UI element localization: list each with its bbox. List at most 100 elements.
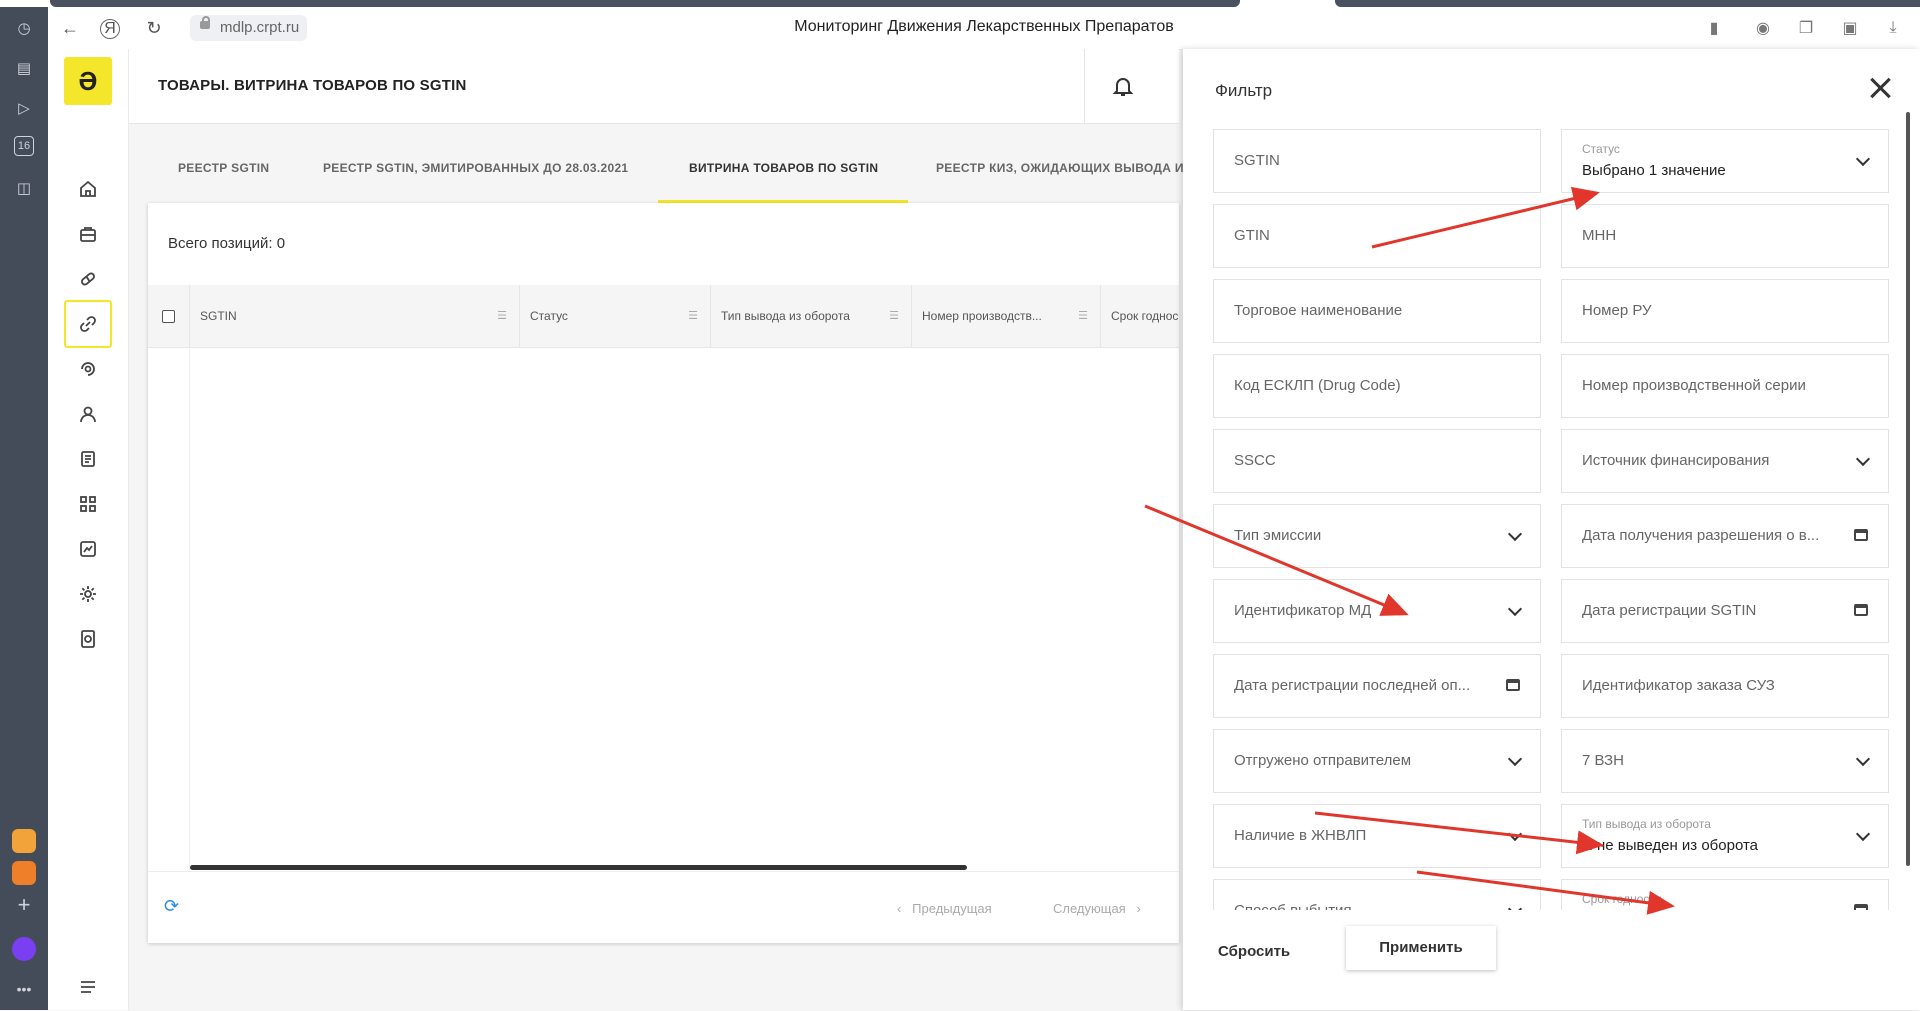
- tab-bar: РЕЕСТР SGTIN РЕЕСТР SGTIN, ЭМИТИРОВАННЫХ…: [129, 124, 1183, 203]
- column-header-status[interactable]: Статус ☰: [520, 285, 711, 347]
- column-header-sgtin[interactable]: SGTIN ☰: [190, 285, 520, 347]
- filter-status[interactable]: Статус Выбрано 1 значение: [1561, 129, 1889, 193]
- filter-inn[interactable]: МНН: [1561, 204, 1889, 268]
- help-book-icon[interactable]: [64, 615, 112, 663]
- history-icon[interactable]: ◷: [12, 16, 36, 40]
- results-card: Всего позиций: 0 SGTIN ☰ Статус ☰ Тип вы…: [148, 203, 1179, 943]
- add-icon[interactable]: +: [12, 892, 36, 917]
- calendar-badge-icon[interactable]: 16: [14, 136, 34, 156]
- analytics-icon[interactable]: [64, 525, 112, 573]
- app-logo[interactable]: Ә: [64, 57, 112, 105]
- select-all-cell: [148, 285, 190, 347]
- menu-hamburger-icon[interactable]: [64, 963, 112, 1011]
- pills-icon[interactable]: [64, 255, 112, 303]
- column-header-batch-number[interactable]: Номер производств... ☰: [912, 285, 1101, 347]
- tab-sgtin-before-2021[interactable]: РЕЕСТР SGTIN, ЭМИТИРОВАННЫХ ДО 28.03.202…: [323, 161, 628, 175]
- app-game-icon[interactable]: [12, 829, 36, 853]
- screenshot-icon[interactable]: ◫: [12, 176, 36, 200]
- filter-financing-source[interactable]: Источник финансирования: [1561, 429, 1889, 493]
- column-label: Тип вывода из оборота: [721, 309, 850, 323]
- chevron-down-icon: [1855, 826, 1871, 842]
- filter-sscc[interactable]: SSCC: [1213, 429, 1541, 493]
- filter-md-identifier[interactable]: Идентификатор МД: [1213, 579, 1541, 643]
- filter-vital-drugs[interactable]: Наличие в ЖНВЛП: [1213, 804, 1541, 868]
- column-header-expiry[interactable]: Срок годнос: [1101, 285, 1179, 347]
- field-label: Идентификатор МД: [1234, 602, 1372, 619]
- filter-permission-date[interactable]: Дата получения разрешения о в...: [1561, 504, 1889, 568]
- chevron-down-icon: [1507, 901, 1523, 910]
- chevron-down-icon: [1507, 601, 1523, 617]
- briefcase-icon[interactable]: [64, 210, 112, 258]
- filter-title: Фильтр: [1215, 81, 1273, 100]
- filter-expiry-date[interactable]: Срок годности: [1561, 879, 1889, 910]
- tab-sgtin-showcase[interactable]: ВИТРИНА ТОВАРОВ ПО SGTIN: [689, 161, 878, 175]
- column-header-withdrawal-type[interactable]: Тип вывода из оборота ☰: [711, 285, 912, 347]
- chevron-down-icon: [1507, 751, 1523, 767]
- collections-icon[interactable]: ▤: [12, 56, 36, 80]
- filter-scrollbar[interactable]: [1906, 112, 1910, 866]
- image-icon[interactable]: ▣: [1839, 17, 1861, 39]
- document-list-icon[interactable]: [64, 435, 112, 483]
- home-icon[interactable]: [64, 165, 112, 213]
- field-small-label: Тип вывода из оборота: [1582, 817, 1711, 831]
- field-label: Источник финансирования: [1582, 452, 1770, 469]
- filter-footer: Сбросить Применить: [1183, 910, 1920, 1010]
- filter-batch-number[interactable]: Номер производственной серии: [1561, 354, 1889, 418]
- filter-sgtin[interactable]: SGTIN: [1213, 129, 1541, 193]
- column-menu-icon[interactable]: ☰: [497, 285, 507, 347]
- filter-withdrawal-type[interactable]: Тип вывода из оборота Я не выведен из обо…: [1561, 804, 1889, 868]
- reset-button[interactable]: Сбросить: [1218, 943, 1290, 960]
- filter-gtin[interactable]: GTIN: [1213, 204, 1541, 268]
- app-header: ТОВАРЫ. ВИТРИНА ТОВАРОВ ПО SGTIN: [129, 49, 1179, 124]
- settings-gear-icon[interactable]: [64, 570, 112, 618]
- notifications-button[interactable]: [1084, 49, 1161, 123]
- column-menu-icon[interactable]: ☰: [889, 285, 899, 347]
- field-label: Способ выбытия: [1234, 902, 1352, 910]
- filter-trade-name[interactable]: Торговое наименование: [1213, 279, 1541, 343]
- horizontal-scrollbar[interactable]: [190, 865, 967, 870]
- field-label: SSCC: [1234, 452, 1276, 469]
- chevron-down-icon: [1507, 526, 1523, 542]
- calendar-icon: [1506, 679, 1520, 691]
- filter-ru-number[interactable]: Номер РУ: [1561, 279, 1889, 343]
- filter-shipped-by-sender[interactable]: Отгружено отправителем: [1213, 729, 1541, 793]
- close-icon[interactable]: [1867, 75, 1893, 101]
- filter-last-operation-date[interactable]: Дата регистрации последней оп...: [1213, 654, 1541, 718]
- chevron-down-icon: [1855, 151, 1871, 167]
- more-icon[interactable]: •••: [12, 977, 36, 1001]
- next-page-button[interactable]: Следующая ›: [1053, 901, 1141, 916]
- tab-sgtin-registry[interactable]: РЕЕСТР SGTIN: [178, 161, 269, 175]
- user-icon[interactable]: [64, 390, 112, 438]
- select-all-checkbox[interactable]: [162, 310, 175, 323]
- total-count: Всего позиций: 0: [168, 235, 286, 252]
- filter-drug-code[interactable]: Код ЕСКЛП (Drug Code): [1213, 354, 1541, 418]
- column-label: SGTIN: [200, 309, 237, 323]
- play-icon[interactable]: ▷: [12, 96, 36, 120]
- alice-icon[interactable]: [12, 937, 36, 961]
- tab-strip-left: [50, 0, 1240, 7]
- extension-icon[interactable]: ◉: [1752, 17, 1774, 39]
- bookmark-icon[interactable]: ▮: [1703, 17, 1725, 39]
- filter-suz-order-id[interactable]: Идентификатор заказа СУЗ: [1561, 654, 1889, 718]
- grid-apps-icon[interactable]: [64, 480, 112, 528]
- filter-sgtin-registration-date[interactable]: Дата регистрации SGTIN: [1561, 579, 1889, 643]
- tab-kiz-registry[interactable]: РЕЕСТР КИЗ, ОЖИДАЮЩИХ ВЫВОДА И: [936, 161, 1184, 175]
- filter-7vzn[interactable]: 7 ВЗН: [1561, 729, 1889, 793]
- sidebar-toggle-icon[interactable]: ❐: [1795, 17, 1817, 39]
- refresh-icon[interactable]: ⟳: [164, 896, 179, 917]
- filter-emission-type[interactable]: Тип эмиссии: [1213, 504, 1541, 568]
- app-mail-icon[interactable]: [12, 861, 36, 885]
- field-small-label: Срок годности: [1582, 892, 1662, 906]
- section-title: ТОВАРЫ. ВИТРИНА ТОВАРОВ ПО SGTIN: [158, 77, 467, 94]
- apply-button[interactable]: Применить: [1346, 926, 1496, 970]
- tracking-icon[interactable]: [64, 345, 112, 393]
- link-icon[interactable]: [64, 300, 112, 348]
- filter-disposal-method[interactable]: Способ выбытия: [1213, 879, 1541, 910]
- browser-side-panel: ◷ ▤ ▷ 16 ◫ + •••: [0, 7, 48, 1010]
- column-menu-icon[interactable]: ☰: [1078, 285, 1088, 347]
- column-menu-icon[interactable]: ☰: [688, 285, 698, 347]
- column-label: Срок годнос: [1111, 309, 1179, 323]
- prev-page-button[interactable]: ‹ Предыдущая: [897, 901, 992, 916]
- next-page-label: Следующая: [1053, 901, 1126, 916]
- download-icon[interactable]: ⤓: [1882, 17, 1904, 39]
